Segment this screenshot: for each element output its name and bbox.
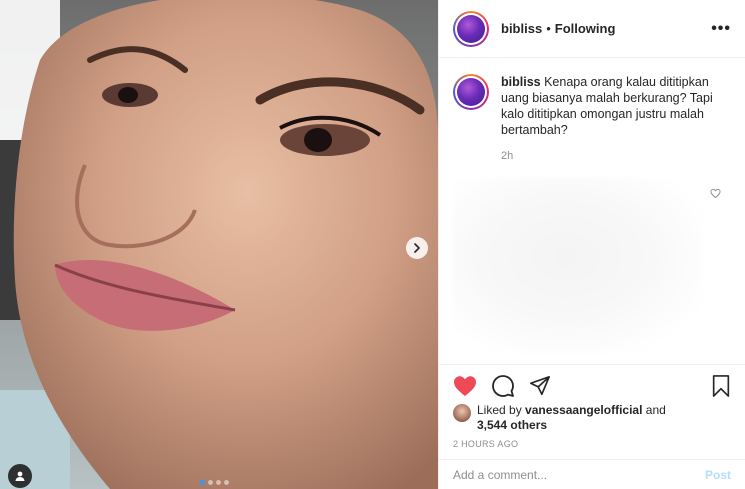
post-comment-button[interactable]: Post (705, 468, 731, 482)
comments-section: bibliss Kenapa orang kalau dititipkan ua… (439, 58, 745, 364)
carousel-indicator (200, 480, 229, 485)
save-button[interactable] (711, 375, 731, 397)
share-button[interactable] (529, 375, 551, 397)
carousel-dot (216, 480, 221, 485)
bookmark-icon (712, 375, 730, 397)
comment-like-button[interactable] (710, 186, 721, 204)
post-header: bibliss • Following ••• (439, 0, 745, 58)
post-sidebar: bibliss • Following ••• bibliss Kenapa o… (438, 0, 745, 489)
liked-by: Liked by vanessaangelofficial and 3,544 … (453, 403, 731, 433)
carousel-dot (200, 480, 205, 485)
user-icon (15, 471, 25, 481)
follow-status-button[interactable]: Following (555, 21, 616, 36)
add-comment-bar: Post (439, 459, 745, 489)
liked-by-and: and (645, 403, 666, 417)
liked-by-prefix: Liked by (477, 403, 522, 417)
carousel-dot (208, 480, 213, 485)
heart-filled-icon (454, 376, 476, 396)
caption-author-avatar[interactable] (453, 74, 489, 110)
liked-by-text: Liked by vanessaangelofficial and 3,544 … (477, 403, 666, 433)
post-timestamp[interactable]: 2 HOURS AGO (453, 439, 731, 449)
caption-age: 2h (501, 150, 514, 162)
chevron-right-icon (414, 243, 420, 253)
author-username[interactable]: bibliss (501, 21, 542, 36)
comment-icon (492, 375, 514, 397)
comment-input[interactable] (453, 467, 705, 482)
carousel-dot (224, 480, 229, 485)
blurred-comments (453, 178, 703, 353)
action-icons (453, 373, 731, 399)
carousel-next-button[interactable] (406, 237, 428, 259)
post-photo (0, 0, 438, 489)
share-icon (530, 376, 550, 396)
caption: bibliss Kenapa orang kalau dititipkan ua… (453, 74, 731, 138)
liker-avatar[interactable] (453, 404, 471, 422)
post-media[interactable] (0, 0, 438, 489)
comment-button[interactable] (491, 374, 515, 398)
post-actions: Liked by vanessaangelofficial and 3,544 … (439, 364, 745, 449)
caption-text: bibliss Kenapa orang kalau dititipkan ua… (501, 74, 721, 138)
heart-outline-icon (710, 188, 721, 199)
header-separator: • (546, 21, 551, 36)
liked-by-user[interactable]: vanessaangelofficial (525, 403, 642, 417)
caption-username[interactable]: bibliss (501, 75, 541, 89)
likes-count[interactable]: 3,544 others (477, 418, 547, 432)
author-avatar[interactable] (453, 10, 489, 47)
like-button[interactable] (453, 375, 477, 397)
instagram-post: bibliss • Following ••• bibliss Kenapa o… (0, 0, 745, 489)
more-options-icon[interactable]: ••• (711, 20, 731, 38)
tagged-users-button[interactable] (8, 464, 32, 488)
